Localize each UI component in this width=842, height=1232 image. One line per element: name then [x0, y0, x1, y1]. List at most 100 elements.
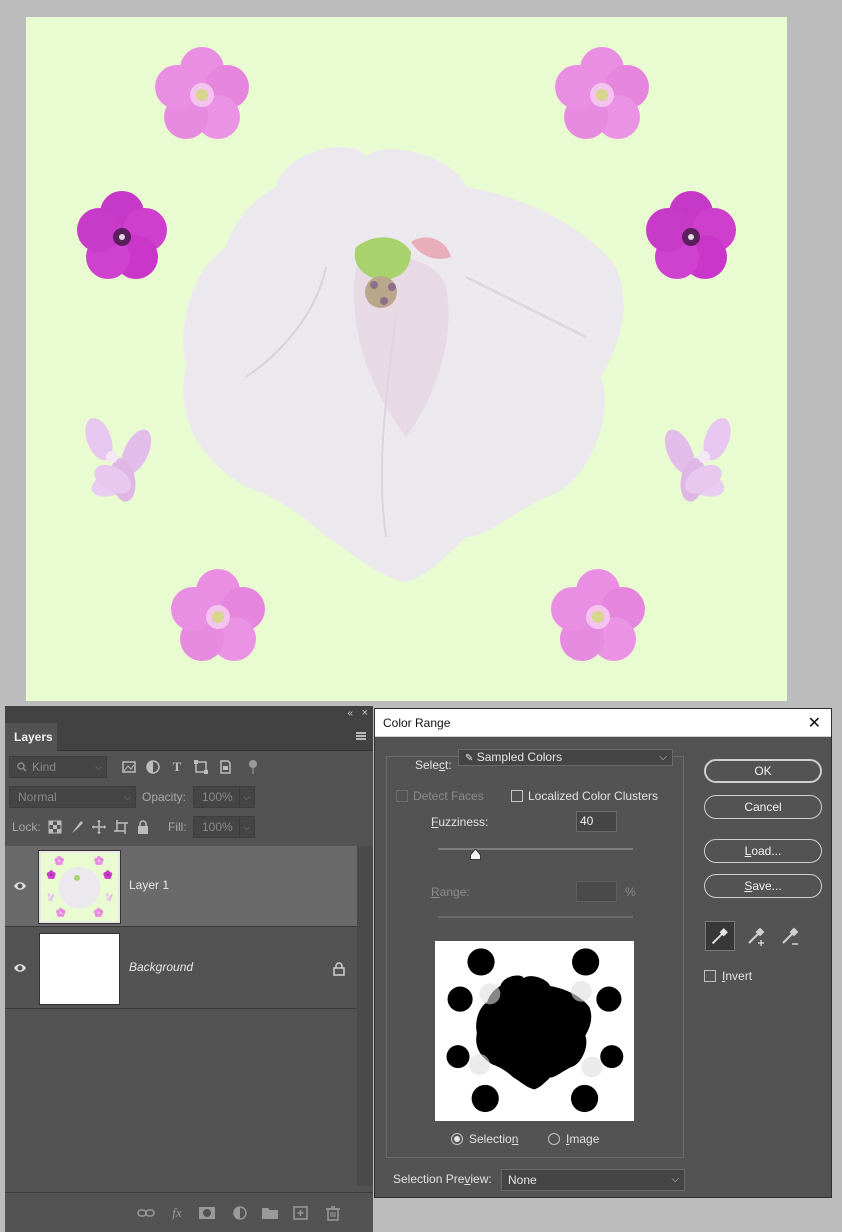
- selection-preview-value: None: [508, 1173, 537, 1187]
- load-button[interactable]: Load...: [704, 839, 822, 863]
- selection-mask: [435, 941, 634, 1121]
- invert-label: Invert: [722, 969, 753, 983]
- select-label: Select:: [415, 758, 452, 772]
- image-radio[interactable]: [548, 1133, 560, 1145]
- blend-mode-select[interactable]: Normal ⌵: [9, 786, 136, 808]
- trash-icon[interactable]: [324, 1205, 342, 1221]
- smart-object-filter-icon[interactable]: [217, 759, 233, 775]
- eyedropper-sample-icon[interactable]: [705, 921, 735, 951]
- kind-filter-label: Kind: [32, 760, 57, 774]
- blend-row: Normal ⌵ Opacity: 100% ⌵: [5, 786, 373, 816]
- thumbnail-preview: [46, 855, 114, 918]
- new-layer-icon[interactable]: [292, 1205, 310, 1221]
- chevron-down-icon: ⌵: [239, 817, 250, 837]
- opacity-value: 100%: [202, 790, 233, 804]
- adjustment-layer-filter-icon[interactable]: [145, 759, 161, 775]
- chevron-down-icon: ⌵: [95, 762, 102, 772]
- fuzziness-slider-thumb[interactable]: [470, 849, 481, 860]
- layer-row-layer-1[interactable]: Layer 1: [5, 846, 357, 927]
- layers-bottom-bar: fx: [5, 1192, 373, 1232]
- fuzziness-slider-track[interactable]: [438, 848, 633, 850]
- range-label: Range:: [431, 885, 470, 899]
- localized-clusters-checkbox[interactable]: [511, 790, 523, 802]
- select-value: Sampled Colors: [476, 750, 563, 764]
- ok-button[interactable]: OK: [704, 759, 822, 783]
- image-radio-label: Image: [566, 1132, 600, 1146]
- search-icon: [17, 762, 27, 772]
- shape-layer-filter-icon[interactable]: [193, 759, 209, 775]
- kind-filter-select[interactable]: Kind ⌵: [9, 756, 107, 778]
- cancel-button[interactable]: Cancel: [704, 795, 822, 819]
- layer-thumbnail: [38, 850, 121, 924]
- lock-all-icon[interactable]: [135, 819, 151, 835]
- document-canvas[interactable]: [26, 17, 787, 701]
- close-panel-icon[interactable]: ×: [362, 707, 368, 719]
- color-range-dialog: Color Range ✕ Select: ✎ Sampled Colors ⌵…: [374, 708, 832, 1198]
- eye-icon[interactable]: [13, 880, 27, 892]
- eye-icon[interactable]: [13, 962, 27, 974]
- type-layer-filter-icon[interactable]: T: [169, 759, 185, 775]
- collapse-panel-icon[interactable]: «: [347, 708, 353, 719]
- blend-mode-value: Normal: [18, 790, 57, 804]
- layer-name[interactable]: Layer 1: [129, 878, 169, 892]
- options-group: Select: ✎ Sampled Colors ⌵ Detect Faces …: [386, 749, 684, 1158]
- close-icon[interactable]: ✕: [808, 713, 821, 733]
- link-icon[interactable]: [137, 1205, 155, 1221]
- select-dropdown[interactable]: ✎ Sampled Colors ⌵: [458, 749, 673, 766]
- selection-preview-image: [435, 941, 634, 1121]
- opacity-input[interactable]: 100% ⌵: [193, 786, 255, 808]
- layer-name[interactable]: Background: [129, 960, 193, 974]
- folder-icon[interactable]: [261, 1205, 279, 1221]
- lock-row: Lock: Fill: 100% ⌵: [5, 816, 373, 846]
- lock-position-icon[interactable]: [91, 819, 107, 835]
- invert-checkbox[interactable]: [704, 970, 716, 982]
- lock-image-pixels-icon[interactable]: [69, 819, 85, 835]
- lock-label: Lock:: [12, 820, 41, 834]
- eyedropper-add-icon[interactable]: [741, 921, 771, 951]
- lock-artboard-icon[interactable]: [113, 819, 129, 835]
- chevron-down-icon: ⌵: [124, 792, 131, 802]
- lock-icon: [333, 962, 345, 976]
- opacity-label: Opacity:: [142, 790, 187, 804]
- filter-row: Kind ⌵ T: [5, 756, 373, 786]
- layers-scrollbar[interactable]: [357, 846, 373, 1186]
- fill-value: 100%: [202, 820, 233, 834]
- panel-menu-icon[interactable]: [356, 732, 366, 740]
- detect-faces-checkbox[interactable]: [396, 790, 408, 802]
- layers-tab-row: Layers: [5, 723, 373, 751]
- eyedropper-icon: ✎: [465, 753, 474, 764]
- layer-row-background[interactable]: Background: [5, 928, 357, 1009]
- lock-transparent-pixels-icon[interactable]: [47, 819, 63, 835]
- selection-preview-label: Selection Preview:: [393, 1172, 492, 1186]
- adjustment-icon[interactable]: [231, 1205, 249, 1221]
- detect-faces-label: Detect Faces: [413, 789, 484, 803]
- chevron-down-icon: ⌵: [671, 1174, 679, 1185]
- flower: [155, 47, 249, 139]
- mask-icon[interactable]: [198, 1205, 216, 1221]
- fuzziness-label: Fuzziness:: [431, 815, 489, 829]
- layers-panel: « × Layers Kind ⌵ T Normal ⌵ Opacity: 10…: [5, 706, 373, 1232]
- fill-label: Fill:: [168, 820, 187, 834]
- chevron-down-icon: ⌵: [659, 752, 667, 763]
- eyedropper-subtract-icon[interactable]: [775, 921, 805, 951]
- range-slider-track[interactable]: [438, 916, 633, 918]
- panel-header-strip: « ×: [5, 706, 373, 723]
- selection-radio-label: Selection: [469, 1132, 519, 1146]
- fill-input[interactable]: 100% ⌵: [193, 816, 255, 838]
- chevron-down-icon: ⌵: [239, 787, 250, 807]
- selection-radio[interactable]: [451, 1133, 463, 1145]
- tab-layers[interactable]: Layers: [5, 723, 57, 751]
- save-button[interactable]: Save...: [704, 874, 822, 898]
- dialog-titlebar[interactable]: Color Range ✕: [375, 709, 831, 737]
- canvas-artwork: [77, 47, 736, 661]
- fuzziness-input[interactable]: 40: [576, 811, 617, 832]
- selection-preview-select[interactable]: None ⌵: [501, 1169, 685, 1191]
- pixel-layer-filter-icon[interactable]: [121, 759, 137, 775]
- localized-clusters-label: Localized Color Clusters: [528, 789, 659, 803]
- fx-icon[interactable]: fx: [168, 1205, 186, 1221]
- filter-toggle-icon[interactable]: [245, 759, 261, 775]
- range-input[interactable]: [576, 881, 617, 902]
- range-unit: %: [625, 885, 636, 899]
- dialog-title: Color Range: [383, 716, 451, 730]
- layer-thumbnail: [39, 933, 120, 1005]
